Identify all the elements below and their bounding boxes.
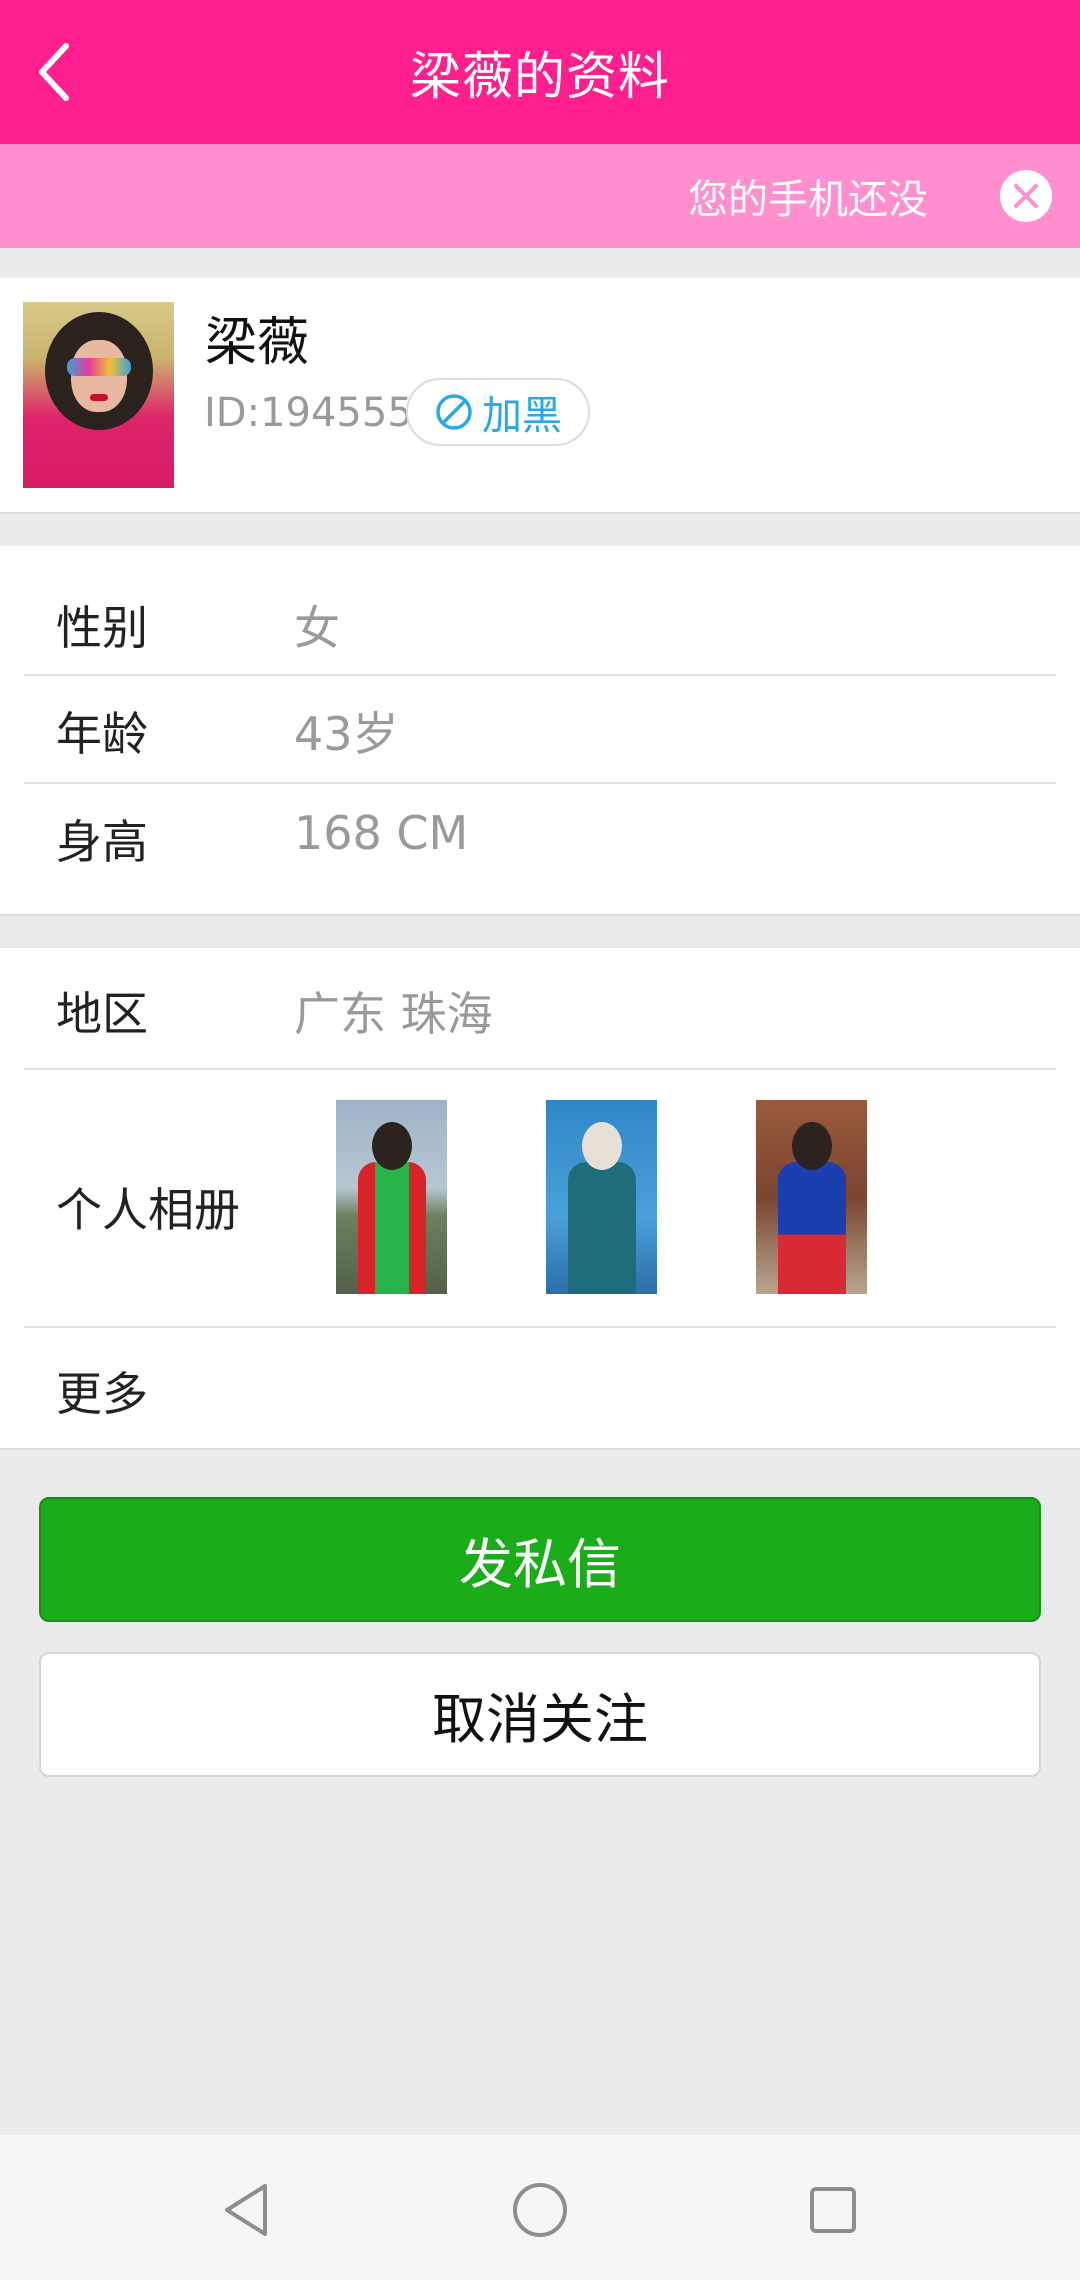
nav-home-button[interactable] <box>495 2165 585 2255</box>
height-label: 身高 <box>56 815 148 869</box>
notice-close-button[interactable] <box>998 168 1054 228</box>
height-value: 168 CM <box>294 806 469 860</box>
circle-home-icon <box>513 2183 567 2237</box>
close-circle-icon <box>1000 170 1052 222</box>
block-button[interactable]: 加黑 <box>406 378 590 446</box>
triangle-back-icon <box>225 2184 267 2236</box>
album-photo[interactable] <box>336 1100 447 1294</box>
album-photo[interactable] <box>756 1100 867 1294</box>
block-icon <box>436 394 472 430</box>
age-value: 43岁 <box>294 707 399 761</box>
profile-id: ID:194555 <box>204 390 413 436</box>
nav-recents-button[interactable] <box>788 2165 878 2255</box>
square-recents-icon <box>810 2187 856 2233</box>
nav-back-button[interactable] <box>200 2165 290 2255</box>
extra-info-section: 地区 广东 珠海 个人相册 更多 <box>0 948 1080 1450</box>
profile-card: 梁薇 ID:194555 加黑 <box>0 278 1080 514</box>
profile-name: 梁薇 <box>205 313 310 373</box>
album-row[interactable]: 个人相册 <box>0 1070 1080 1326</box>
album-label: 个人相册 <box>56 1183 240 1237</box>
notice-banner: 您的手机还没 <box>0 144 1080 248</box>
location-value: 广东 珠海 <box>294 987 493 1041</box>
notice-text: 您的手机还没 <box>688 177 928 223</box>
gender-row: 性别 女 <box>0 546 1080 674</box>
send-message-button[interactable]: 发私信 <box>39 1497 1041 1622</box>
unfollow-button[interactable]: 取消关注 <box>39 1652 1041 1777</box>
gender-label: 性别 <box>56 601 148 655</box>
location-label: 地区 <box>56 987 148 1041</box>
height-row: 身高 168 CM <box>0 784 1080 912</box>
basic-info-section: 性别 女 年龄 43岁 身高 168 CM <box>0 546 1080 916</box>
page-title: 梁薇的资料 <box>409 48 670 107</box>
age-row: 年龄 43岁 <box>0 676 1080 782</box>
avatar[interactable] <box>23 302 174 488</box>
gender-value: 女 <box>294 601 340 655</box>
more-row[interactable]: 更多 <box>0 1328 1080 1448</box>
app-header: 梁薇的资料 <box>0 0 1080 144</box>
system-nav-bar <box>0 2135 1080 2280</box>
album-photo[interactable] <box>546 1100 657 1294</box>
block-label: 加黑 <box>482 393 562 439</box>
age-label: 年龄 <box>56 707 148 761</box>
location-row: 地区 广东 珠海 <box>0 948 1080 1068</box>
more-label: 更多 <box>56 1367 148 1421</box>
